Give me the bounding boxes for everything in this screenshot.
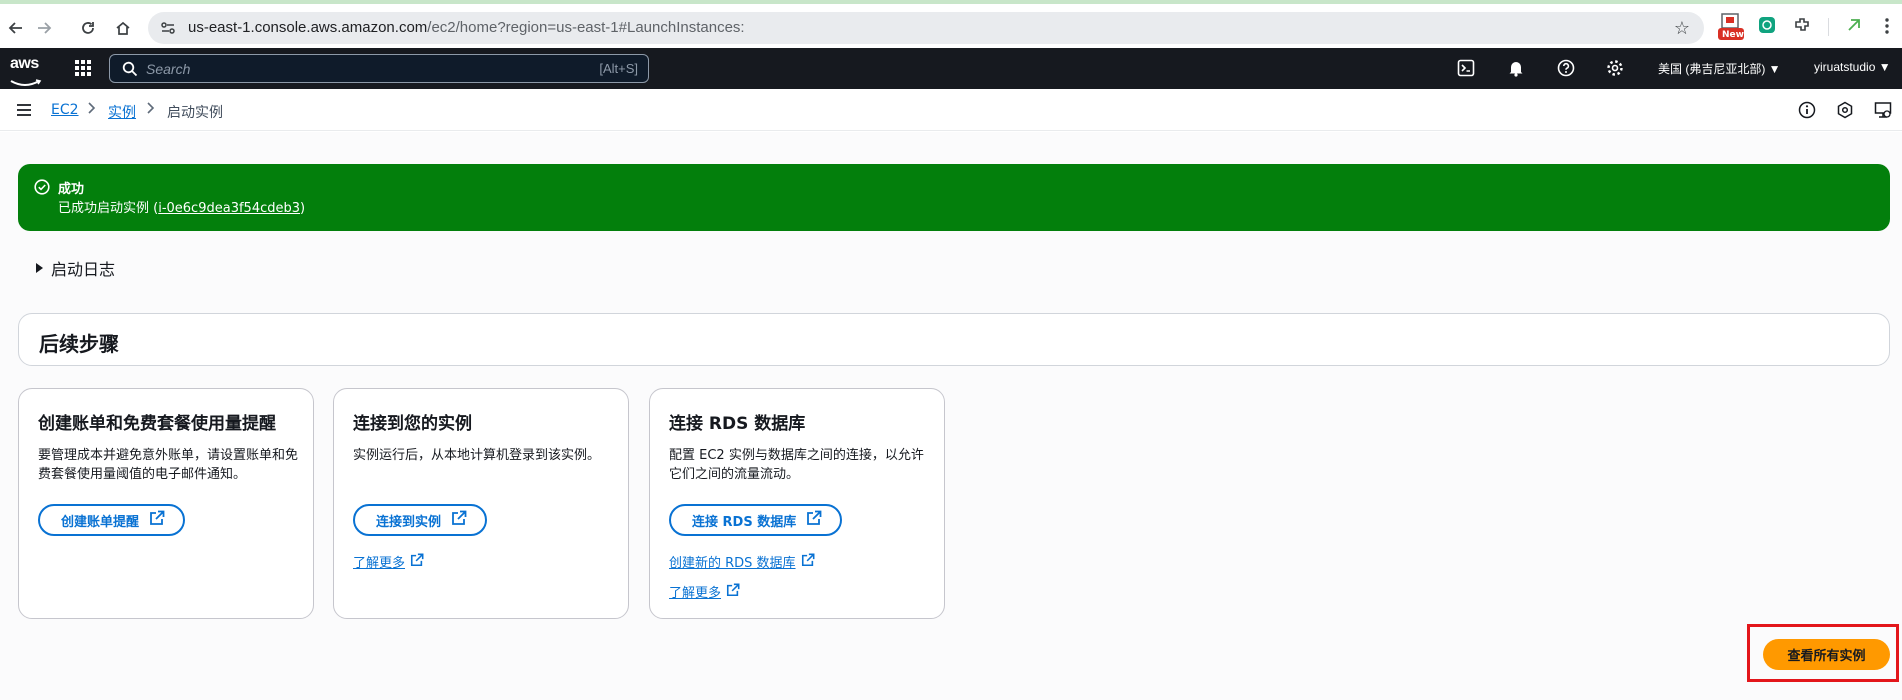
external-link-icon	[451, 510, 467, 530]
services-grid-icon[interactable]	[74, 59, 92, 81]
card-title: 连接 RDS 数据库	[669, 414, 806, 434]
breadcrumb-chevron-icon	[146, 101, 156, 119]
chatgpt-extension-icon[interactable]	[1758, 16, 1776, 38]
search-input[interactable]: Search [Alt+S]	[109, 54, 649, 83]
instance-id-link[interactable]: i-0e6c9dea3f54cdeb3	[158, 201, 300, 216]
external-link-icon	[410, 553, 424, 571]
search-placeholder: Search	[146, 61, 191, 77]
hamburger-menu-icon[interactable]	[16, 102, 32, 121]
notifications-bell-icon[interactable]	[1507, 59, 1525, 81]
site-info-icon[interactable]	[160, 20, 176, 40]
feedback-hexagon-icon[interactable]	[1836, 101, 1854, 123]
main-content: 成功 已成功启动实例 (i-0e6c9dea3f54cdeb3) 启动日志 后续…	[0, 132, 1902, 700]
link-label: 了解更多	[353, 556, 406, 571]
view-all-instances-button[interactable]: 查看所有实例	[1763, 639, 1890, 670]
settings-gear-icon[interactable]	[1606, 59, 1624, 81]
region-selector[interactable]: 美国 (弗吉尼亚北部) ▼	[1658, 60, 1781, 77]
breadcrumb-chevron-icon	[87, 101, 97, 119]
bookmark-star-icon[interactable]: ☆	[1674, 18, 1690, 39]
learn-more-link[interactable]: 了解更多	[669, 582, 740, 601]
launch-log-label: 启动日志	[51, 260, 116, 279]
search-icon	[122, 61, 138, 81]
success-flash-banner: 成功 已成功启动实例 (i-0e6c9dea3f54cdeb3)	[18, 164, 1890, 231]
aws-top-navigation: aws Search [Alt+S] 美国 (弗吉尼亚北部) ▼ yiruats…	[0, 48, 1902, 89]
caret-right-icon	[36, 263, 43, 273]
connect-instance-card: 连接到您的实例 实例运行后，从本地计算机登录到该实例。 连接到实例 了解更多	[333, 388, 629, 619]
card-title: 创建账单和免费套餐使用量提醒	[38, 414, 276, 434]
launch-log-expander[interactable]: 启动日志	[36, 256, 115, 280]
tutorial-panel-icon[interactable]	[1874, 101, 1892, 123]
reload-icon[interactable]	[77, 17, 99, 39]
account-menu[interactable]: yiruatstudio ▼	[1814, 60, 1891, 74]
button-label: 创建账单提醒	[61, 514, 140, 530]
button-label: 连接到实例	[376, 514, 442, 530]
url-text: us-east-1.console.aws.amazon.com/ec2/hom…	[188, 19, 745, 36]
toolbar-divider	[1828, 18, 1829, 36]
breadcrumb: EC2 实例 启动实例	[0, 89, 1902, 131]
learn-more-link[interactable]: 了解更多	[353, 552, 424, 571]
extensions-puzzle-icon[interactable]	[1793, 16, 1811, 38]
browser-menu-icon[interactable]	[1884, 17, 1890, 39]
new-badge-label: New	[1722, 30, 1744, 40]
forward-arrow-icon[interactable]	[33, 17, 55, 39]
browser-toolbar: us-east-1.console.aws.amazon.com/ec2/hom…	[0, 0, 1902, 48]
new-extension-icon[interactable]: New	[1716, 12, 1746, 46]
info-icon[interactable]	[1798, 101, 1816, 123]
create-billing-alert-button[interactable]: 创建账单提醒	[38, 504, 186, 536]
connect-rds-database-button[interactable]: 连接 RDS 数据库	[669, 504, 843, 536]
connect-rds-card: 连接 RDS 数据库 配置 EC2 实例与数据库之间的连接，以允许它们之间的流量…	[649, 388, 945, 619]
link-label: 了解更多	[669, 586, 722, 601]
external-link-icon	[806, 510, 822, 530]
cloudshell-icon[interactable]	[1457, 59, 1475, 81]
search-shortcut-hint: [Alt+S]	[599, 61, 638, 76]
link-label: 创建新的 RDS 数据库	[669, 556, 796, 571]
address-bar[interactable]: us-east-1.console.aws.amazon.com/ec2/hom…	[148, 12, 1704, 44]
external-link-icon	[149, 510, 165, 530]
button-label: 连接 RDS 数据库	[692, 514, 797, 530]
breadcrumb-instances[interactable]: 实例	[108, 102, 136, 122]
card-description: 配置 EC2 实例与数据库之间的连接，以允许它们之间的流量流动。	[669, 448, 924, 482]
card-title: 连接到您的实例	[353, 414, 472, 434]
next-steps-container: 后续步骤	[18, 313, 1890, 366]
flash-message: 已成功启动实例 (i-0e6c9dea3f54cdeb3)	[58, 201, 306, 216]
breadcrumb-ec2[interactable]: EC2	[51, 102, 79, 118]
next-steps-title: 后续步骤	[39, 332, 119, 356]
create-rds-database-link[interactable]: 创建新的 RDS 数据库	[669, 552, 815, 571]
help-icon[interactable]	[1557, 59, 1575, 81]
billing-alerts-card: 创建账单和免费套餐使用量提醒 要管理成本并避免意外账单，请设置账单和免费套餐使用…	[18, 388, 314, 619]
external-link-icon	[726, 583, 740, 601]
breadcrumb-launch-instances: 启动实例	[167, 105, 223, 121]
card-description: 要管理成本并避免意外账单，请设置账单和免费套餐使用量阈值的电子邮件通知。	[38, 448, 299, 482]
back-arrow-icon[interactable]	[5, 17, 27, 39]
home-icon[interactable]	[112, 17, 134, 39]
connect-to-instance-button[interactable]: 连接到实例	[353, 504, 488, 536]
profile-extension-icon[interactable]	[1845, 16, 1863, 38]
card-description: 实例运行后，从本地计算机登录到该实例。	[353, 448, 601, 463]
flash-title: 成功	[58, 182, 85, 197]
aws-logo[interactable]: aws	[10, 55, 39, 73]
external-link-icon	[801, 553, 815, 571]
success-check-icon	[34, 179, 50, 199]
